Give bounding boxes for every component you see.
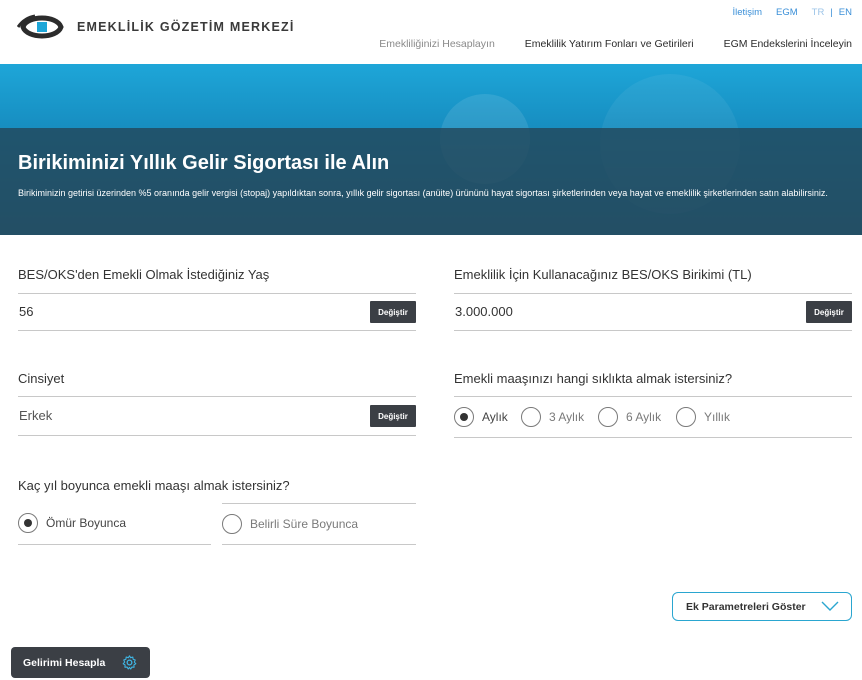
radio-empty-icon — [676, 407, 696, 427]
radio-empty-icon — [598, 407, 618, 427]
site-header: EMEKLİLİK GÖZETİM MERKEZİ İletişim EGM T… — [0, 0, 862, 64]
duration-option-label: Ömür Boyunca — [46, 516, 127, 530]
gender-input-box[interactable]: Erkek Değiştir — [18, 396, 416, 436]
age-value: 56 — [19, 304, 34, 319]
brand-name: EMEKLİLİK GÖZETİM MERKEZİ — [77, 20, 295, 34]
language-tr-link[interactable]: TR — [812, 7, 825, 18]
utility-links: İletişim EGM TR | EN — [718, 7, 852, 18]
hero-overlay-band — [0, 128, 862, 235]
savings-field: Emeklilik İçin Kullanacağınız BES/OKS Bi… — [454, 267, 852, 331]
duration-option-lifetime-box: Ömür Boyunca — [18, 503, 211, 545]
gender-field: Cinsiyet Erkek Değiştir — [18, 371, 416, 436]
frequency-field: Emekli maaşınızı hangi sıklıkta almak is… — [454, 371, 852, 438]
frequency-option-quarterly[interactable]: 3 Aylık — [521, 407, 584, 427]
savings-value: 3.000.000 — [455, 304, 513, 319]
duration-field: Kaç yıl boyunca emekli maaşı almak ister… — [18, 478, 416, 545]
language-separator: | — [830, 7, 833, 18]
duration-label: Kaç yıl boyunca emekli maaşı almak ister… — [18, 478, 290, 493]
frequency-option-semiannual[interactable]: 6 Aylık — [598, 407, 661, 427]
frequency-option-label: 3 Aylık — [549, 410, 585, 424]
age-change-button[interactable]: Değiştir — [370, 301, 416, 323]
hero-title: Birikiminizi Yıllık Gelir Sigortası ile … — [18, 152, 390, 174]
frequency-option-label: Aylık — [482, 410, 508, 424]
radio-empty-icon — [222, 514, 242, 534]
nav-item-egm-indexes[interactable]: EGM Endekslerini İnceleyin — [724, 38, 852, 50]
radio-selected-icon — [18, 513, 38, 533]
gender-change-button[interactable]: Değiştir — [370, 405, 416, 427]
savings-input-box[interactable]: 3.000.000 Değiştir — [454, 293, 852, 331]
age-field: BES/OKS'den Emekli Olmak İstediğiniz Yaş… — [18, 267, 416, 331]
calculate-income-button[interactable]: Gelirimi Hesapla — [11, 647, 150, 678]
age-label: BES/OKS'den Emekli Olmak İstediğiniz Yaş — [18, 267, 270, 282]
gear-icon — [122, 655, 137, 670]
frequency-option-yearly[interactable]: Yıllık — [676, 407, 730, 427]
duration-option-lifetime[interactable]: Ömür Boyunca — [18, 513, 126, 533]
gender-value: Erkek — [19, 408, 53, 423]
chevron-down-icon — [821, 601, 839, 611]
nav-item-pension-funds[interactable]: Emeklilik Yatırım Fonları ve Getirileri — [525, 38, 694, 50]
hero-description: Birikiminizin getirisi üzerinden %5 oran… — [18, 188, 828, 198]
frequency-label: Emekli maaşınızı hangi sıklıkta almak is… — [454, 371, 733, 386]
main-navigation: Emekliliğinizi Hesaplayın Emeklilik Yatı… — [349, 38, 852, 50]
calculate-income-label: Gelirimi Hesapla — [23, 656, 106, 669]
contact-link[interactable]: İletişim — [732, 7, 762, 18]
site-logo[interactable]: EMEKLİLİK GÖZETİM MERKEZİ — [17, 12, 295, 42]
duration-option-label: Belirli Süre Boyunca — [250, 517, 359, 531]
frequency-option-label: 6 Aylık — [626, 410, 662, 424]
frequency-options: Aylık 3 Aylık 6 Aylık Yıllık — [454, 396, 852, 438]
age-input-box[interactable]: 56 Değiştir — [18, 293, 416, 331]
frequency-option-monthly[interactable]: Aylık — [454, 407, 508, 427]
duration-option-fixed-box: Belirli Süre Boyunca — [222, 503, 416, 545]
savings-label: Emeklilik İçin Kullanacağınız BES/OKS Bi… — [454, 267, 752, 282]
radio-selected-icon — [454, 407, 474, 427]
frequency-option-label: Yıllık — [704, 410, 731, 424]
hero-banner: Birikiminizi Yıllık Gelir Sigortası ile … — [0, 64, 862, 235]
language-en-link[interactable]: EN — [839, 7, 852, 18]
savings-change-button[interactable]: Değiştir — [806, 301, 852, 323]
radio-empty-icon — [521, 407, 541, 427]
egm-logo-icon — [17, 14, 64, 39]
duration-option-fixed[interactable]: Belirli Süre Boyunca — [222, 514, 358, 534]
egm-link[interactable]: EGM — [776, 7, 798, 18]
nav-item-calculate-retirement[interactable]: Emekliliğinizi Hesaplayın — [379, 38, 495, 50]
gender-label: Cinsiyet — [18, 371, 65, 386]
show-extra-parameters-label: Ek Parametreleri Göster — [686, 600, 806, 613]
show-extra-parameters-button[interactable]: Ek Parametreleri Göster — [672, 592, 852, 621]
